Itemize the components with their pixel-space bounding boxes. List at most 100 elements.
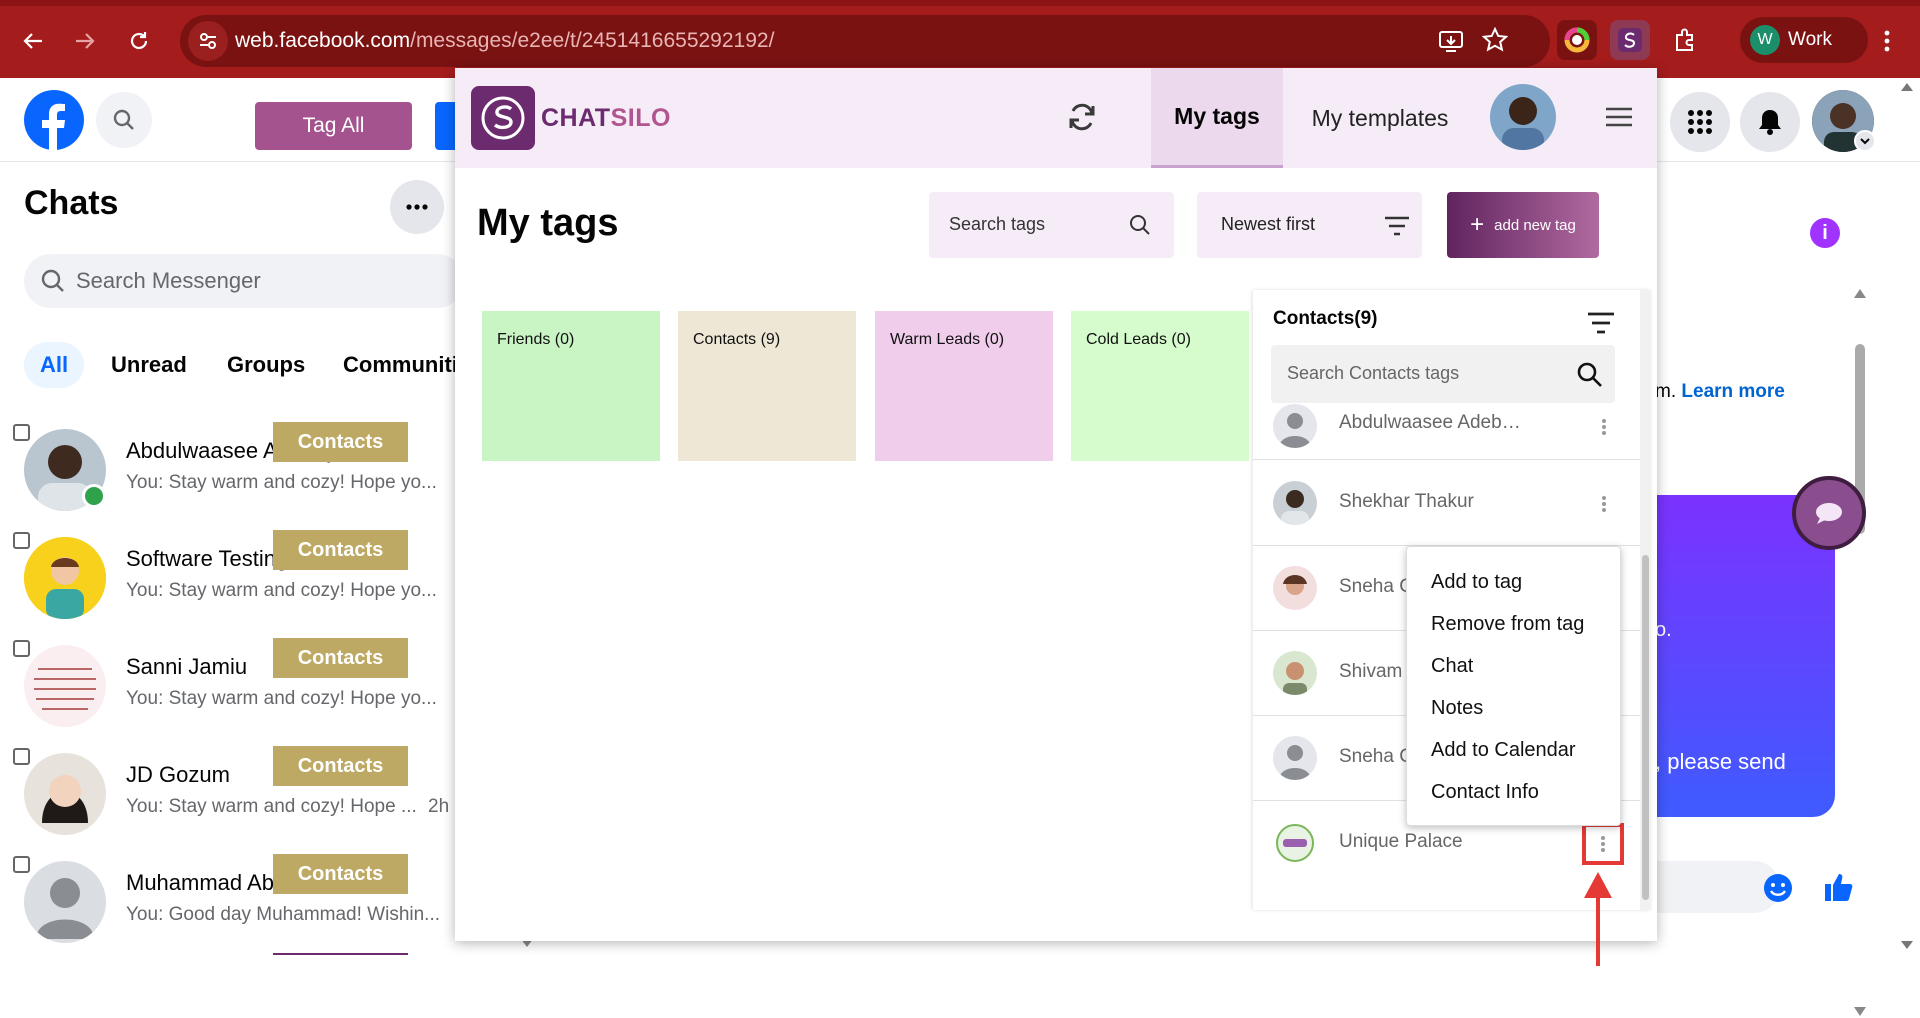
chat-checkbox[interactable] bbox=[13, 640, 30, 657]
contact-options-icon[interactable] bbox=[1582, 823, 1624, 865]
profile-button[interactable]: W Work bbox=[1740, 17, 1868, 63]
contact-name: Shivam bbox=[1339, 661, 1403, 682]
tag-card-warm-leads[interactable]: Warm Leads (0) bbox=[875, 311, 1053, 461]
chat-tag-badge[interactable]: Contacts bbox=[273, 422, 408, 462]
search-icon bbox=[41, 269, 64, 292]
bookmark-star-icon[interactable] bbox=[1482, 27, 1508, 53]
chat-preview: You: Good day Muhammad! Wishin... bbox=[126, 904, 441, 925]
back-arrow-icon bbox=[23, 33, 42, 49]
chat-tag-badge[interactable]: Contacts bbox=[273, 854, 408, 894]
tab-my-tags[interactable]: My tags bbox=[1151, 68, 1283, 168]
address-bar[interactable]: web.facebook.com/messages/e2ee/t/2451416… bbox=[180, 15, 1550, 67]
thumbs-up-icon[interactable] bbox=[1823, 871, 1855, 903]
chat-avatar bbox=[24, 537, 106, 619]
contacts-scrollbar-thumb[interactable] bbox=[1642, 555, 1649, 900]
chat-row[interactable]: Abdulwaasee Adebayo You: Stay warm and c… bbox=[0, 414, 455, 522]
forward-button[interactable] bbox=[66, 22, 104, 60]
chatsilo-extension-button[interactable] bbox=[1610, 20, 1650, 60]
page-scrollbar[interactable] bbox=[1898, 80, 1916, 960]
chat-row[interactable]: Muhammad Abdulmalik You: Good day Muhamm… bbox=[0, 846, 455, 954]
tag-all-button[interactable]: Tag All bbox=[255, 102, 412, 150]
message-input[interactable] bbox=[1655, 861, 1780, 913]
contact-row[interactable]: Abdulwaasee Adeb… bbox=[1253, 390, 1641, 460]
chat-checkbox[interactable] bbox=[13, 856, 30, 873]
contact-row[interactable]: Shekhar Thakur bbox=[1253, 461, 1641, 546]
filter-all[interactable]: All bbox=[24, 342, 85, 388]
site-info-icon[interactable] bbox=[188, 21, 228, 61]
sort-label: Newest first bbox=[1221, 214, 1316, 234]
message-bubble-text: , please send bbox=[1655, 749, 1786, 774]
url-path: /messages/e2ee/t/2451416655292192/ bbox=[410, 29, 775, 52]
menu-item-add-to-calendar[interactable]: Add to Calendar bbox=[1431, 739, 1576, 762]
chat-time: 2h bbox=[428, 796, 450, 817]
chat-avatar bbox=[24, 645, 106, 727]
chats-options-button[interactable] bbox=[390, 180, 444, 234]
reload-button[interactable] bbox=[120, 22, 158, 60]
chat-row[interactable]: Software Testing Hub You: Stay warm and … bbox=[0, 522, 455, 630]
search-icon bbox=[1130, 215, 1150, 235]
notifications-button[interactable] bbox=[1740, 92, 1800, 152]
filter-communities[interactable]: Communiti bbox=[327, 342, 474, 388]
browser-menu-button[interactable] bbox=[1868, 22, 1906, 60]
menu-item-contact-info[interactable]: Contact Info bbox=[1431, 781, 1539, 804]
conversation-scrollbar[interactable] bbox=[1852, 286, 1868, 1016]
menu-item-remove-from-tag[interactable]: Remove from tag bbox=[1431, 613, 1584, 636]
facebook-logo-icon[interactable] bbox=[24, 90, 84, 150]
chat-tag-badge[interactable]: Contacts bbox=[273, 638, 408, 678]
chat-checkbox[interactable] bbox=[13, 424, 30, 441]
contact-name: Sneha C bbox=[1339, 746, 1413, 767]
extensions-button[interactable] bbox=[1665, 20, 1705, 60]
chat-tag-badge[interactable]: Contacts bbox=[273, 746, 408, 786]
tag-card-contacts[interactable]: Contacts (9) bbox=[678, 311, 856, 461]
emoji-icon[interactable] bbox=[1763, 873, 1793, 903]
contacts-scrollbar[interactable] bbox=[1640, 290, 1651, 910]
online-status-badge bbox=[82, 484, 106, 508]
contact-avatar bbox=[1273, 736, 1317, 780]
tag-card-cold-leads[interactable]: Cold Leads (0) bbox=[1071, 311, 1249, 461]
chat-tag-badge[interactable]: Contacts bbox=[273, 530, 408, 570]
tab-strip bbox=[0, 0, 1920, 6]
chat-checkbox[interactable] bbox=[13, 748, 30, 765]
filter-unread[interactable]: Unread bbox=[95, 342, 203, 388]
learn-more-link[interactable]: Learn more bbox=[1681, 381, 1784, 402]
tab-my-templates[interactable]: My templates bbox=[1300, 68, 1460, 168]
menu-item-chat[interactable]: Chat bbox=[1431, 655, 1473, 678]
search-messenger-placeholder: Search Messenger bbox=[76, 268, 261, 293]
contacts-filter-icon[interactable] bbox=[1587, 312, 1615, 334]
chatsilo-floating-button[interactable] bbox=[1792, 476, 1866, 550]
menu-grid-button[interactable] bbox=[1670, 92, 1730, 152]
add-new-tag-label: add new tag bbox=[1494, 216, 1576, 234]
search-button[interactable] bbox=[96, 92, 152, 148]
chat-checkbox[interactable] bbox=[13, 532, 30, 549]
search-tags-placeholder: Search tags bbox=[949, 214, 1046, 234]
install-app-icon[interactable] bbox=[1438, 28, 1464, 54]
chats-title: Chats bbox=[24, 184, 119, 222]
chatsilo-brand: CHATSILO bbox=[541, 104, 671, 133]
contact-context-menu: Add to tag Remove from tag Chat Notes Ad… bbox=[1406, 546, 1621, 826]
search-tags-input[interactable]: Search tags bbox=[929, 192, 1174, 258]
color-extension-button[interactable] bbox=[1557, 20, 1597, 60]
menu-item-add-to-tag[interactable]: Add to tag bbox=[1431, 571, 1522, 594]
chat-row[interactable]: Sanni Jamiu You: Stay warm and cozy! Hop… bbox=[0, 630, 455, 738]
chat-preview: You: Stay warm and cozy! Hope yo... bbox=[126, 688, 437, 709]
menu-item-notes[interactable]: Notes bbox=[1431, 697, 1483, 720]
account-chevron-icon[interactable] bbox=[1854, 130, 1876, 152]
add-new-tag-button[interactable]: + add new tag bbox=[1447, 192, 1599, 258]
sync-icon[interactable] bbox=[1067, 102, 1097, 132]
info-icon[interactable]: i bbox=[1810, 218, 1840, 248]
contact-avatar bbox=[1273, 404, 1317, 448]
chat-avatar bbox=[24, 753, 106, 835]
tag-card-friends[interactable]: Friends (0) bbox=[482, 311, 660, 461]
contact-options-icon[interactable] bbox=[1592, 414, 1616, 440]
contact-name: Shekhar Thakur bbox=[1339, 491, 1474, 512]
chat-row[interactable]: JD Gozum You: Stay warm and cozy! Hope .… bbox=[0, 738, 455, 846]
user-avatar[interactable] bbox=[1490, 84, 1556, 150]
contact-options-icon[interactable] bbox=[1592, 491, 1616, 517]
chatsilo-icon bbox=[1618, 28, 1642, 52]
search-messenger-input[interactable]: Search Messenger bbox=[24, 254, 464, 308]
filter-groups[interactable]: Groups bbox=[211, 342, 321, 388]
page-title: My tags bbox=[477, 202, 619, 244]
hamburger-menu-icon[interactable] bbox=[1605, 106, 1633, 128]
back-button[interactable] bbox=[14, 22, 52, 60]
sort-dropdown[interactable]: Newest first bbox=[1197, 192, 1422, 258]
